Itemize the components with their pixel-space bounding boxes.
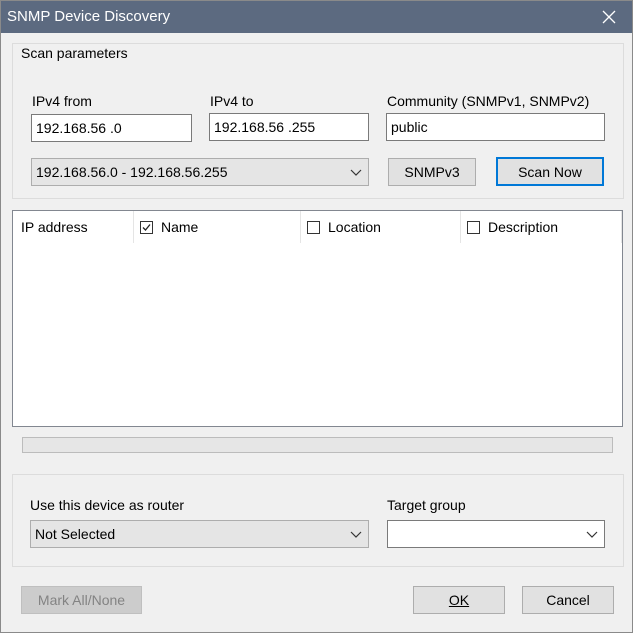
mark-all-none-label: Mark All/None (37, 592, 126, 608)
description-column-checkbox[interactable] (467, 220, 480, 234)
ip-range-value: 192.168.56.0 - 192.168.56.255 (36, 164, 228, 180)
router-label: Use this device as router (30, 497, 185, 513)
router-select-value: Not Selected (35, 526, 116, 542)
ipv4-from-input[interactable]: 192.168.56 .0 (31, 114, 192, 142)
ok-button-label: OK (448, 592, 470, 608)
list-header: IP address Name Location Description (13, 211, 622, 243)
ok-button[interactable]: OK (413, 586, 505, 614)
check-icon (142, 223, 151, 231)
ipv4-to-label: IPv4 to (210, 93, 254, 109)
cancel-button[interactable]: Cancel (522, 586, 614, 614)
chevron-down-icon (350, 531, 362, 538)
close-icon (602, 10, 616, 24)
chevron-down-icon (586, 531, 598, 538)
target-group-label: Target group (387, 497, 466, 513)
title-bar[interactable]: SNMP Device Discovery (1, 1, 632, 33)
location-column-checkbox[interactable] (307, 220, 320, 234)
scan-progress-bar (22, 437, 613, 453)
window-title: SNMP Device Discovery (7, 8, 171, 25)
column-label: Name (161, 219, 199, 235)
snmpv3-button[interactable]: SNMPv3 (388, 158, 476, 186)
mark-all-none-button[interactable]: Mark All/None (21, 586, 142, 614)
column-header-ip-address[interactable]: IP address (13, 211, 134, 243)
scan-now-button[interactable]: Scan Now (496, 157, 604, 186)
close-button[interactable] (586, 1, 632, 33)
column-header-location[interactable]: Location (301, 211, 461, 243)
ip-range-select[interactable]: 192.168.56.0 - 192.168.56.255 (31, 158, 369, 186)
snmpv3-button-label: SNMPv3 (404, 164, 460, 180)
dialog-window: SNMP Device Discovery Scan parameters IP… (0, 0, 633, 633)
ipv4-from-label: IPv4 from (32, 93, 92, 109)
chevron-down-icon (350, 169, 362, 176)
ipv4-to-input[interactable]: 192.168.56 .255 (209, 113, 369, 141)
scan-now-button-label: Scan Now (518, 163, 582, 180)
column-header-name[interactable]: Name (134, 211, 301, 243)
column-label: Description (488, 219, 559, 235)
device-list[interactable]: IP address Name Location Description (12, 210, 623, 427)
router-select[interactable]: Not Selected (30, 520, 369, 548)
target-group-select[interactable] (387, 520, 605, 548)
column-header-description[interactable]: Description (461, 211, 622, 243)
scan-parameters-title: Scan parameters (20, 45, 129, 61)
cancel-button-label: Cancel (546, 592, 590, 608)
community-input[interactable]: public (386, 113, 605, 141)
column-label: Location (328, 219, 381, 235)
column-label: IP address (21, 219, 88, 235)
name-column-checkbox[interactable] (140, 220, 153, 234)
community-label: Community (SNMPv1, SNMPv2) (387, 93, 590, 109)
